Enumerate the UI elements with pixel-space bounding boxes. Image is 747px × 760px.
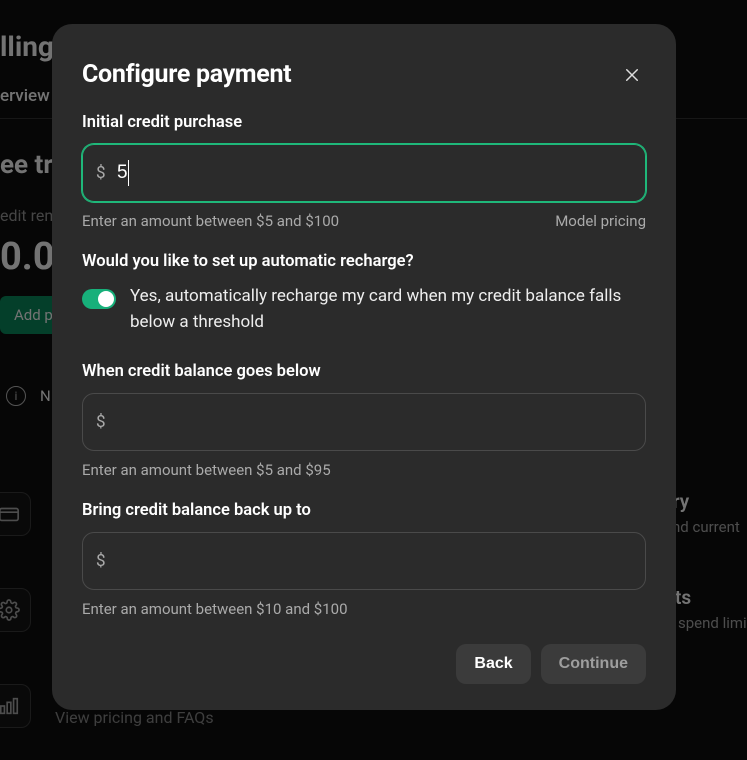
text-caret xyxy=(128,160,129,186)
recharge-toggle-row: Yes, automatically recharge my card when… xyxy=(82,283,646,336)
close-icon xyxy=(623,66,641,84)
topup-input-wrap: $ xyxy=(82,532,646,590)
close-button[interactable] xyxy=(618,61,646,89)
threshold-input-wrap: $ xyxy=(82,393,646,451)
recharge-toggle[interactable] xyxy=(82,289,116,309)
recharge-question: Would you like to set up automatic recha… xyxy=(82,252,646,271)
modal-actions: Back Continue xyxy=(82,644,646,684)
initial-credit-hint: Enter an amount between $5 and $100 xyxy=(82,212,339,230)
model-pricing-link[interactable]: Model pricing xyxy=(555,212,646,230)
back-button[interactable]: Back xyxy=(456,644,530,684)
threshold-hint: Enter an amount between $5 and $95 xyxy=(82,461,646,479)
topup-label: Bring credit balance back up to xyxy=(82,501,646,520)
recharge-toggle-text: Yes, automatically recharge my card when… xyxy=(130,283,646,336)
topup-hint: Enter an amount between $10 and $100 xyxy=(82,600,646,618)
configure-payment-modal: Configure payment Initial credit purchas… xyxy=(52,24,676,710)
continue-button[interactable]: Continue xyxy=(541,644,646,684)
modal-title: Configure payment xyxy=(82,60,291,89)
initial-credit-input[interactable] xyxy=(82,144,646,202)
threshold-label: When credit balance goes below xyxy=(82,362,646,381)
toggle-knob xyxy=(98,291,114,307)
initial-credit-hint-row: Enter an amount between $5 and $100 Mode… xyxy=(82,212,646,230)
topup-input[interactable] xyxy=(82,532,646,590)
threshold-input[interactable] xyxy=(82,393,646,451)
initial-credit-input-wrap: $ xyxy=(82,144,646,202)
modal-header: Configure payment xyxy=(82,60,646,89)
initial-credit-label: Initial credit purchase xyxy=(82,113,646,132)
